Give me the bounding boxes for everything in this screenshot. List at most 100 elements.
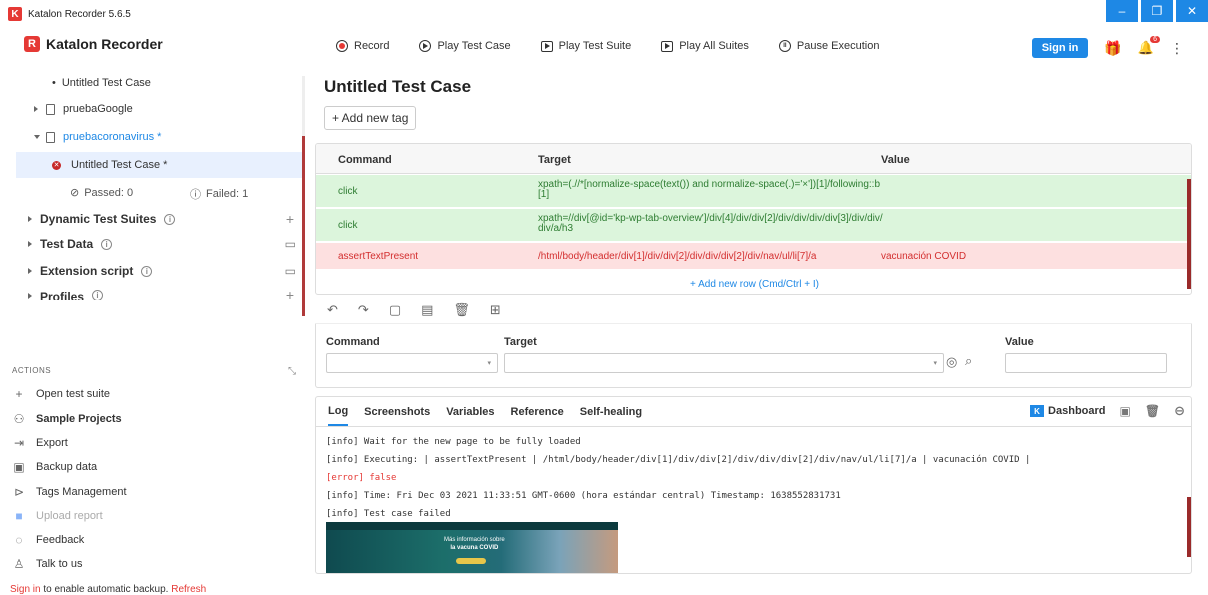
table-row[interactable]: click xpath=//div[@id='kp-wp-tab-overvie… (316, 209, 1191, 242)
minimize-button[interactable]: – (1106, 0, 1138, 22)
dropdown-icon: ▾ (487, 360, 491, 367)
editor-command-label: Command (326, 336, 380, 348)
action-tags-management[interactable]: ⊳ Tags Management (12, 485, 127, 499)
passed-status: ⊘ Passed: 0 (70, 186, 134, 200)
person-icon: ♙ (13, 557, 25, 571)
tree-suite-pruebagoogle[interactable]: pruebaGoogle (34, 103, 133, 115)
expand-icon (28, 216, 32, 222)
value-input[interactable] (1005, 353, 1167, 373)
tree-suite-pruebacoronavirus[interactable]: pruebacoronavirus * (34, 131, 161, 143)
pause-icon: II (778, 40, 791, 52)
bell-icon[interactable]: 🔔 6 (1138, 36, 1160, 56)
find-target-icon[interactable]: ⌕ (965, 353, 972, 369)
log-scrollbar[interactable] (1187, 497, 1191, 557)
editor-value-label: Value (1005, 336, 1034, 348)
more-options-icon[interactable]: ⋮ (1170, 40, 1184, 57)
katalon-logo-icon: R (24, 36, 40, 52)
katalon-logo-icon: K (8, 7, 22, 21)
select-target-icon[interactable]: ◎ (946, 354, 957, 370)
collapse-panel-icon[interactable]: ⊖ (1174, 403, 1185, 419)
tab-screenshots[interactable]: Screenshots (364, 406, 430, 418)
sample-projects-icon: ⚇ (13, 412, 25, 426)
action-feedback[interactable]: ◌ Feedback (12, 533, 84, 547)
folder-open-icon[interactable]: ▭ (285, 237, 296, 251)
add-new-row-button[interactable]: + Add new row (Cmd/Ctrl + I) (316, 274, 1191, 294)
add-icon[interactable]: + (286, 211, 294, 227)
sign-in-link[interactable]: Sign in (10, 584, 41, 595)
table-row[interactable]: click xpath=(.//*[normalize-space(text()… (316, 175, 1191, 208)
info-icon[interactable]: i (141, 265, 153, 277)
action-backup-data[interactable]: ▣ Backup data (12, 460, 97, 474)
action-upload-report[interactable]: ■ Upload report (12, 509, 102, 523)
table-row[interactable]: assertTextPresent /html/body/header/div[… (316, 243, 1191, 270)
section-profiles[interactable]: Profiles i + (28, 290, 298, 300)
sidebar-splitter[interactable] (302, 76, 305, 316)
brand: R Katalon Recorder (24, 36, 163, 52)
info-icon[interactable]: i (92, 290, 104, 300)
play-test-case-button[interactable]: Play Test Case (419, 40, 511, 52)
play-test-suite-button[interactable]: Play Test Suite (540, 40, 631, 52)
log-line-error: [error] false (326, 473, 397, 483)
action-sample-projects[interactable]: ⚇ Sample Projects (12, 412, 122, 426)
command-select[interactable]: ▾ (326, 353, 498, 373)
undo-icon[interactable]: ↶ (327, 302, 338, 318)
col-command: Command (338, 154, 392, 166)
tab-variables[interactable]: Variables (446, 406, 494, 418)
action-talk-to-us[interactable]: ♙ Talk to us (12, 557, 83, 571)
gift-icon[interactable]: 🎁 (1104, 40, 1121, 57)
tab-self-healing[interactable]: Self-healing (580, 406, 642, 418)
screenshot-thumbnail[interactable]: Más información sobre la vacuna COVID (326, 522, 618, 573)
paste-icon[interactable]: ▤ (421, 302, 433, 318)
play-all-suites-button[interactable]: Play All Suites (661, 40, 749, 52)
add-step-icon[interactable]: ⊞ (490, 302, 501, 318)
table-scrollbar[interactable] (1187, 179, 1191, 289)
expand-icon (28, 268, 32, 274)
log-output: [info] Wait for the new page to be fully… (326, 433, 1030, 523)
brand-name: Katalon Recorder (46, 36, 163, 52)
close-button[interactable]: ✕ (1176, 0, 1208, 22)
clear-log-icon[interactable]: 🗑 (1145, 404, 1160, 418)
dropdown-icon: ▾ (933, 360, 937, 367)
export-icon: ⇥ (13, 436, 25, 450)
section-test-data[interactable]: Test Data i ▭ (28, 237, 298, 251)
target-select[interactable]: ▾ (504, 353, 944, 373)
tab-log[interactable]: Log (328, 397, 349, 426)
col-target: Target (538, 154, 571, 166)
tab-reference[interactable]: Reference (511, 406, 564, 418)
notification-badge: 6 (1150, 36, 1160, 43)
collapse-arrows-icon[interactable]: ⤡ (288, 366, 296, 377)
log-panel: Log Screenshots Variables Reference Self… (315, 396, 1192, 574)
record-button[interactable]: Record (336, 40, 389, 52)
dashboard-button[interactable]: K Dashboard (1030, 405, 1106, 417)
pause-execution-button[interactable]: II Pause Execution (778, 40, 879, 52)
expand-icon (28, 241, 32, 247)
action-open-test-suite[interactable]: + Open test suite (12, 387, 110, 401)
folder-open-icon[interactable]: ▭ (285, 264, 296, 278)
section-dynamic-test-suites[interactable]: Dynamic Test Suites i + (28, 211, 298, 227)
maximize-button[interactable]: ❐ (1141, 0, 1173, 22)
copy-icon[interactable]: ▢ (389, 302, 401, 318)
save-log-icon[interactable]: ▣ (1120, 404, 1131, 418)
refresh-link[interactable]: Refresh (171, 584, 206, 595)
redo-icon[interactable]: ↷ (358, 302, 369, 318)
info-icon[interactable]: i (101, 238, 113, 250)
app-header: R Katalon Recorder Record Play Test Case… (0, 28, 1208, 68)
testops-icon: K (1030, 405, 1045, 417)
log-line: [info] Test case failed (326, 509, 451, 519)
action-export[interactable]: ⇥ Export (12, 436, 68, 450)
tree-item-untitled[interactable]: • Untitled Test Case (52, 77, 151, 89)
add-tag-button[interactable]: + Add new tag (324, 106, 417, 130)
record-icon (336, 40, 348, 52)
sign-in-button[interactable]: Sign in (1031, 38, 1089, 58)
section-extension-script[interactable]: Extension script i ▭ (28, 264, 298, 278)
test-steps-table: Command Target Value click xpath=(.//*[n… (315, 143, 1192, 295)
add-icon[interactable]: + (286, 290, 294, 300)
log-actions: K Dashboard ▣ 🗑 ⊖ (1030, 403, 1185, 419)
info-icon[interactable]: i (164, 213, 176, 225)
delete-icon[interactable]: 🗑 (453, 302, 470, 318)
table-header: Command Target Value (316, 144, 1191, 174)
check-circle-icon: ⊘ (70, 187, 80, 199)
tree-case-selected[interactable]: ✕ Untitled Test Case * (16, 152, 302, 178)
plus-icon: + (15, 387, 23, 401)
tag-icon: ⊳ (13, 485, 25, 499)
